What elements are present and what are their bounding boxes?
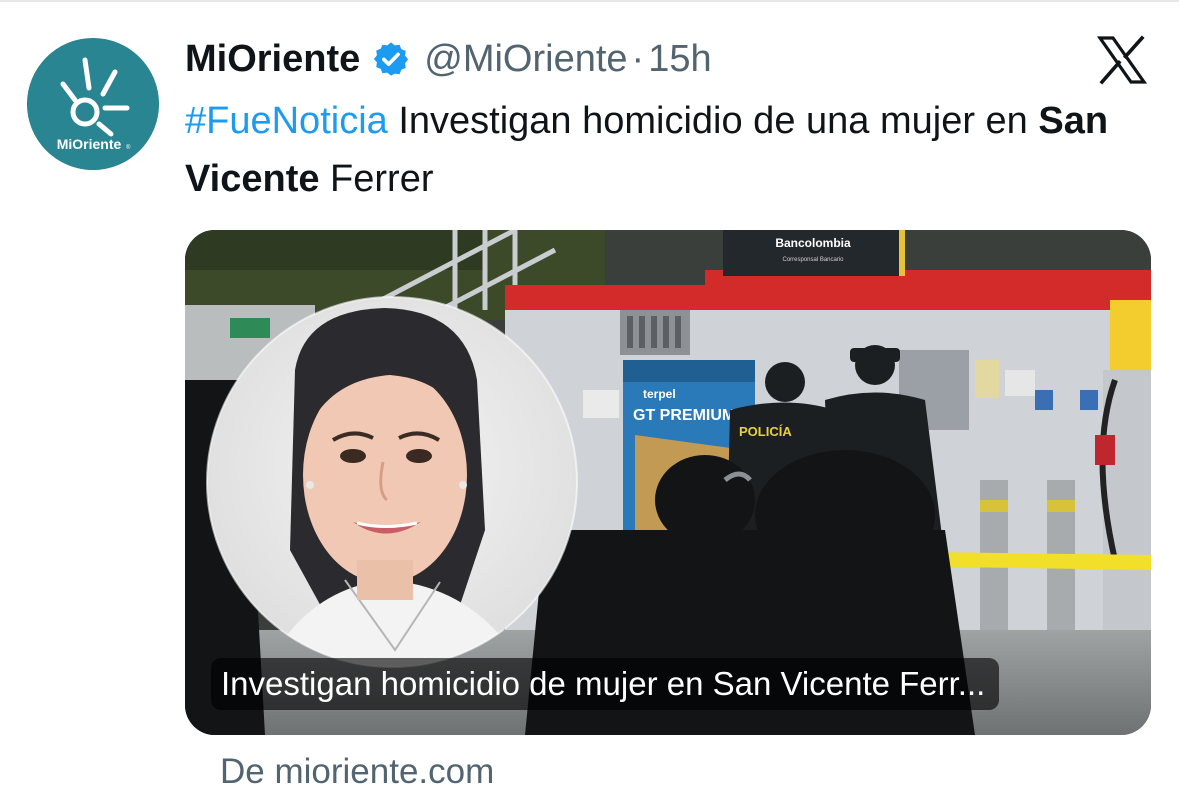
top-divider [0, 0, 1179, 2]
link-card-caption: Investigan homicidio de mujer en San Vic… [211, 658, 1000, 710]
tweet-text: #FueNoticia Investigan homicidio de una … [185, 92, 1155, 208]
bank-sign-text: Bancolombia [775, 236, 851, 250]
bank-sign-subtext: Corresponsal Bancario [782, 257, 844, 263]
mioriente-logo: MiOriente ® [27, 38, 159, 170]
link-source[interactable]: De mioriente.com [220, 752, 494, 792]
verified-badge-icon [374, 42, 409, 76]
link-card[interactable]: Bancolombia Corresponsal Bancario terpel… [185, 230, 1151, 735]
timestamp[interactable]: 15h [648, 38, 711, 81]
display-name[interactable]: MiOriente [185, 38, 360, 81]
avatar[interactable]: MiOriente ® [27, 38, 159, 170]
registered-mark: ® [126, 144, 131, 151]
avatar-logo-text: MiOriente [57, 136, 122, 152]
x-logo-icon [1096, 35, 1148, 85]
tweet-header: MiOriente @MiOriente · 15h [185, 36, 712, 82]
vest-text: POLICÍA [739, 424, 792, 439]
user-handle[interactable]: @MiOriente [424, 38, 627, 81]
station-brand-text: terpel [643, 387, 676, 401]
banner-text: GT PREMIUM [633, 407, 735, 424]
hashtag-link[interactable]: #FueNoticia [185, 100, 388, 142]
tweet-text-part1: Investigan homicidio de una mujer en [387, 100, 1039, 142]
separator-dot: · [631, 37, 645, 80]
tweet-text-part2: Ferrer [319, 158, 434, 200]
